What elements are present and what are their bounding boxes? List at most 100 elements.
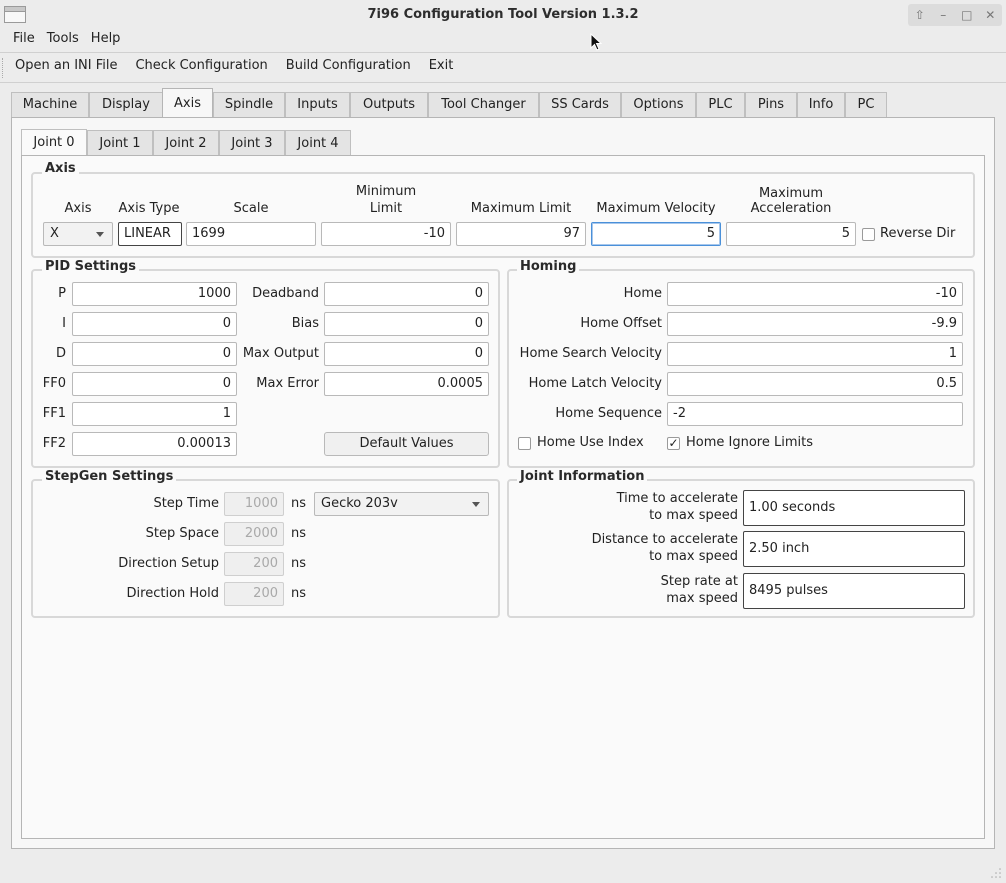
reverse-dir-checkbox[interactable] — [862, 228, 875, 241]
max-output-input[interactable]: 0 — [324, 342, 489, 366]
window-controls: ⇧ – □ ✕ — [908, 4, 1002, 26]
deadband-input[interactable]: 0 — [324, 282, 489, 306]
menu-bar: File Tools Help — [7, 30, 1006, 50]
tab-joint-2[interactable]: Joint 2 — [153, 130, 219, 155]
tab-plc[interactable]: PLC — [696, 92, 745, 117]
resize-grip-icon[interactable] — [990, 867, 1002, 879]
axis-select[interactable]: X — [43, 222, 113, 246]
tab-outputs[interactable]: Outputs — [350, 92, 428, 117]
direction-hold-label: Direction Hold — [126, 586, 219, 601]
d-input[interactable]: 0 — [72, 342, 237, 366]
tab-machine[interactable]: Machine — [11, 92, 89, 117]
menu-separator — [0, 52, 1006, 53]
direction-setup-input[interactable]: 200 — [224, 552, 284, 576]
accel-time-label-line2: to max speed — [649, 508, 738, 523]
home-search-velocity-label: Home Search Velocity — [519, 346, 662, 361]
ff2-input[interactable]: 0.00013 — [72, 432, 237, 456]
home-sequence-label: Home Sequence — [555, 406, 662, 421]
home-sequence-input[interactable]: -2 — [667, 402, 963, 426]
pid-group-title: PID Settings — [42, 259, 140, 274]
home-use-index-checkbox[interactable] — [518, 437, 531, 450]
min-limit-label-line2: Limit — [369, 201, 403, 216]
check-config-button[interactable]: Check Configuration — [126, 55, 276, 79]
tab-tool-changer[interactable]: Tool Changer — [428, 92, 539, 117]
tab-axis[interactable]: Axis — [162, 88, 213, 117]
step-rate-value: 8495 pulses — [743, 573, 965, 609]
shade-icon[interactable]: ⇧ — [910, 8, 930, 22]
ff2-label: FF2 — [42, 436, 66, 451]
close-icon[interactable]: ✕ — [980, 8, 1000, 22]
direction-setup-unit: ns — [291, 556, 307, 571]
bias-input[interactable]: 0 — [324, 312, 489, 336]
home-latch-velocity-input[interactable]: 0.5 — [667, 372, 963, 396]
scale-input[interactable]: 1699 — [186, 222, 316, 246]
home-use-index-label: Home Use Index — [537, 435, 644, 450]
p-input[interactable]: 1000 — [72, 282, 237, 306]
home-offset-label: Home Offset — [580, 316, 662, 331]
max-limit-input[interactable]: 97 — [456, 222, 586, 246]
driver-select-value: Gecko 203v — [321, 496, 398, 511]
step-space-input[interactable]: 2000 — [224, 522, 284, 546]
accel-distance-label-line2: to max speed — [649, 549, 738, 564]
max-accel-input[interactable]: 5 — [726, 222, 856, 246]
ff1-input[interactable]: 1 — [72, 402, 237, 426]
ff1-label: FF1 — [42, 406, 66, 421]
step-rate-label-line1: Step rate at — [660, 574, 738, 589]
home-ignore-limits-checkbox[interactable]: ✓ — [667, 437, 680, 450]
accel-distance-label-line1: Distance to accelerate — [591, 532, 738, 547]
tab-joint-1[interactable]: Joint 1 — [87, 130, 153, 155]
tab-pc[interactable]: PC — [845, 92, 887, 117]
tab-options[interactable]: Options — [621, 92, 696, 117]
maximize-icon[interactable]: □ — [957, 8, 977, 22]
d-label: D — [55, 346, 66, 361]
tab-display[interactable]: Display — [89, 92, 163, 117]
tab-ss-cards[interactable]: SS Cards — [539, 92, 621, 117]
tab-joint-4[interactable]: Joint 4 — [285, 130, 351, 155]
accel-time-label-line1: Time to accelerate — [616, 491, 738, 506]
max-output-label: Max Output — [242, 346, 319, 361]
menu-tools[interactable]: Tools — [41, 30, 85, 50]
tab-info[interactable]: Info — [797, 92, 845, 117]
p-label: P — [58, 286, 66, 301]
minimize-icon[interactable]: – — [933, 8, 953, 22]
menu-file[interactable]: File — [7, 30, 41, 50]
menu-help[interactable]: Help — [85, 30, 127, 50]
home-search-velocity-input[interactable]: 1 — [667, 342, 963, 366]
home-latch-velocity-label: Home Latch Velocity — [528, 376, 662, 391]
step-space-label: Step Space — [145, 526, 219, 541]
stepgen-group-title: StepGen Settings — [42, 469, 177, 484]
ff0-label: FF0 — [42, 376, 66, 391]
ff0-input[interactable]: 0 — [72, 372, 237, 396]
axis-type-field[interactable]: LINEAR — [118, 222, 182, 246]
scale-label: Scale — [233, 201, 269, 216]
i-input[interactable]: 0 — [72, 312, 237, 336]
step-time-input[interactable]: 1000 — [224, 492, 284, 516]
home-input[interactable]: -10 — [667, 282, 963, 306]
max-accel-label-line1: Maximum — [758, 186, 824, 201]
bias-label: Bias — [291, 316, 319, 331]
max-error-input[interactable]: 0.0005 — [324, 372, 489, 396]
tab-spindle[interactable]: Spindle — [213, 92, 285, 117]
tab-pins[interactable]: Pins — [745, 92, 797, 117]
tab-joint-0[interactable]: Joint 0 — [21, 129, 87, 155]
accel-distance-value: 2.50 inch — [743, 531, 965, 567]
max-velocity-input[interactable]: 5 — [591, 222, 721, 246]
tab-joint-3[interactable]: Joint 3 — [219, 130, 285, 155]
axis-label: Axis — [64, 201, 92, 216]
driver-select[interactable]: Gecko 203v — [314, 492, 489, 516]
open-ini-button[interactable]: Open an INI File — [6, 55, 126, 79]
exit-button[interactable]: Exit — [420, 55, 463, 79]
step-time-unit: ns — [291, 496, 307, 511]
mouse-cursor-icon — [590, 33, 603, 51]
joint-info-group-title: Joint Information — [517, 469, 648, 484]
min-limit-input[interactable]: -10 — [321, 222, 451, 246]
tab-inputs[interactable]: Inputs — [285, 92, 350, 117]
toolbar: Open an INI File Check Configuration Bui… — [6, 55, 462, 79]
chevron-down-icon — [96, 232, 104, 237]
build-config-button[interactable]: Build Configuration — [277, 55, 420, 79]
axis-type-label: Axis Type — [118, 201, 180, 216]
default-values-button[interactable]: Default Values — [324, 432, 489, 456]
accel-time-value: 1.00 seconds — [743, 490, 965, 526]
home-offset-input[interactable]: -9.9 — [667, 312, 963, 336]
direction-hold-input[interactable]: 200 — [224, 582, 284, 606]
